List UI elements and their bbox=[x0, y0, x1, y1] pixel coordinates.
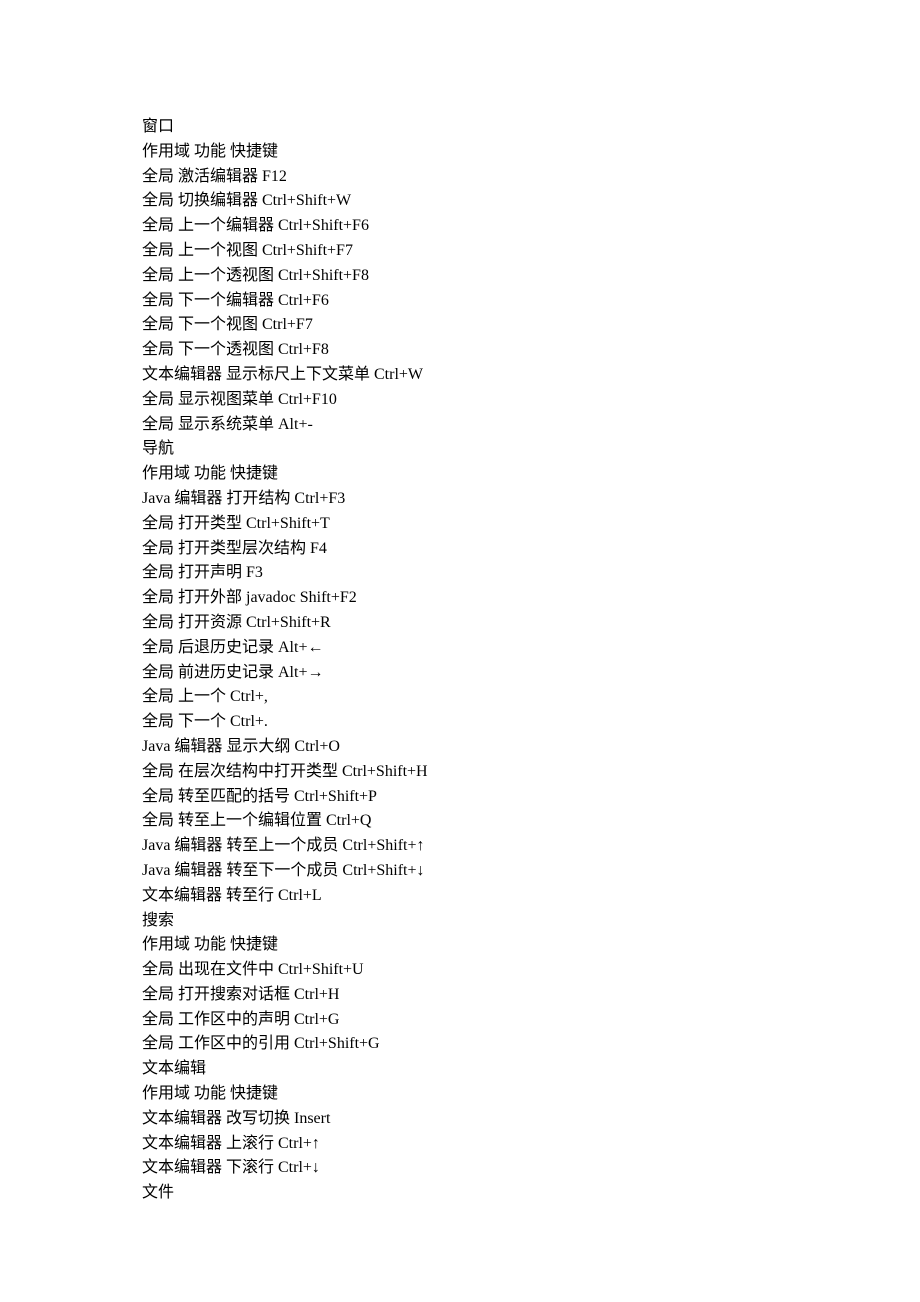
text-line: 窗口 bbox=[142, 115, 780, 140]
text-line: 全局 下一个视图 Ctrl+F7 bbox=[142, 313, 780, 338]
text-line: 全局 工作区中的引用 Ctrl+Shift+G bbox=[142, 1032, 780, 1057]
text-line: 全局 打开类型层次结构 F4 bbox=[142, 537, 780, 562]
text-line: 全局 后退历史记录 Alt+← bbox=[142, 636, 780, 661]
text-line: 全局 前进历史记录 Alt+→ bbox=[142, 661, 780, 686]
text-line: 文本编辑器 显示标尺上下文菜单 Ctrl+W bbox=[142, 363, 780, 388]
text-line: 全局 在层次结构中打开类型 Ctrl+Shift+H bbox=[142, 760, 780, 785]
text-line: 全局 下一个透视图 Ctrl+F8 bbox=[142, 338, 780, 363]
text-line: 作用域 功能 快捷键 bbox=[142, 140, 780, 165]
text-line: 全局 打开资源 Ctrl+Shift+R bbox=[142, 611, 780, 636]
text-line: 全局 打开搜索对话框 Ctrl+H bbox=[142, 983, 780, 1008]
text-line: 作用域 功能 快捷键 bbox=[142, 933, 780, 958]
text-line: 全局 打开类型 Ctrl+Shift+T bbox=[142, 512, 780, 537]
text-line: 全局 转至匹配的括号 Ctrl+Shift+P bbox=[142, 785, 780, 810]
text-line: Java 编辑器 显示大纲 Ctrl+O bbox=[142, 735, 780, 760]
text-line: 全局 转至上一个编辑位置 Ctrl+Q bbox=[142, 809, 780, 834]
text-line: 全局 下一个 Ctrl+. bbox=[142, 710, 780, 735]
text-line: 文本编辑器 改写切换 Insert bbox=[142, 1107, 780, 1132]
text-line: 文本编辑器 下滚行 Ctrl+↓ bbox=[142, 1156, 780, 1181]
text-line: 全局 工作区中的声明 Ctrl+G bbox=[142, 1008, 780, 1033]
text-line: 导航 bbox=[142, 437, 780, 462]
text-line: 全局 显示系统菜单 Alt+- bbox=[142, 413, 780, 438]
text-line: Java 编辑器 转至下一个成员 Ctrl+Shift+↓ bbox=[142, 859, 780, 884]
text-line: Java 编辑器 打开结构 Ctrl+F3 bbox=[142, 487, 780, 512]
text-line: 搜索 bbox=[142, 909, 780, 934]
text-line: 文本编辑 bbox=[142, 1057, 780, 1082]
text-line: 作用域 功能 快捷键 bbox=[142, 1082, 780, 1107]
text-line: 全局 打开外部 javadoc Shift+F2 bbox=[142, 586, 780, 611]
text-line: Java 编辑器 转至上一个成员 Ctrl+Shift+↑ bbox=[142, 834, 780, 859]
text-line: 全局 下一个编辑器 Ctrl+F6 bbox=[142, 289, 780, 314]
text-line: 全局 显示视图菜单 Ctrl+F10 bbox=[142, 388, 780, 413]
text-line: 文本编辑器 上滚行 Ctrl+↑ bbox=[142, 1132, 780, 1157]
text-line: 作用域 功能 快捷键 bbox=[142, 462, 780, 487]
text-line: 全局 激活编辑器 F12 bbox=[142, 165, 780, 190]
text-line: 全局 上一个透视图 Ctrl+Shift+F8 bbox=[142, 264, 780, 289]
text-line: 全局 切换编辑器 Ctrl+Shift+W bbox=[142, 189, 780, 214]
text-line: 全局 打开声明 F3 bbox=[142, 561, 780, 586]
text-line: 文件 bbox=[142, 1181, 780, 1206]
text-line: 全局 上一个 Ctrl+, bbox=[142, 685, 780, 710]
shortcut-list: 窗口作用域 功能 快捷键全局 激活编辑器 F12全局 切换编辑器 Ctrl+Sh… bbox=[142, 115, 780, 1206]
text-line: 全局 出现在文件中 Ctrl+Shift+U bbox=[142, 958, 780, 983]
text-line: 全局 上一个编辑器 Ctrl+Shift+F6 bbox=[142, 214, 780, 239]
text-line: 全局 上一个视图 Ctrl+Shift+F7 bbox=[142, 239, 780, 264]
document-page: 窗口作用域 功能 快捷键全局 激活编辑器 F12全局 切换编辑器 Ctrl+Sh… bbox=[0, 0, 920, 1302]
text-line: 文本编辑器 转至行 Ctrl+L bbox=[142, 884, 780, 909]
